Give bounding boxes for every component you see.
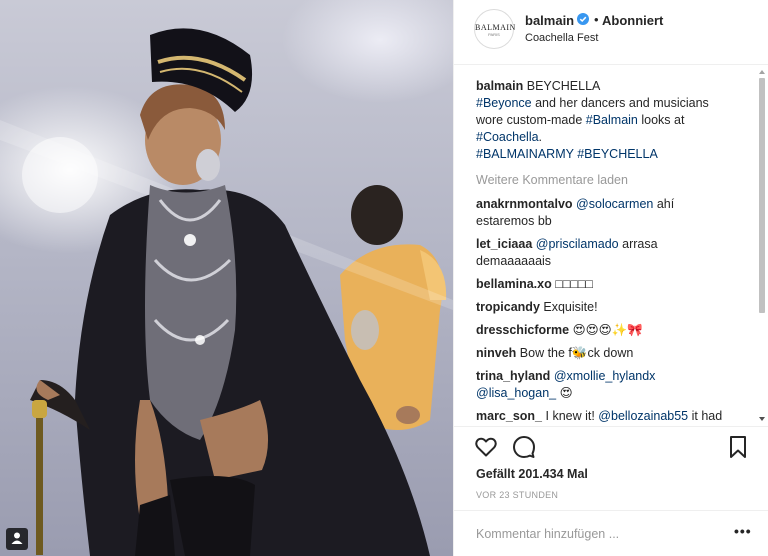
follow-status-button[interactable]: Abonniert	[602, 13, 663, 28]
comment-username[interactable]: marc_son_	[476, 409, 542, 423]
comment-username[interactable]: trina_hyland	[476, 369, 550, 383]
avatar[interactable]: BALMAIN PARIS	[474, 9, 516, 49]
caption-text: and her dancers and musicians	[531, 96, 709, 110]
caption-text: .	[538, 130, 543, 144]
more-options-button[interactable]: •••	[734, 523, 752, 539]
avatar-logo-text: BALMAIN	[475, 23, 516, 32]
author-username[interactable]: balmain	[525, 13, 574, 28]
bookmark-icon[interactable]	[726, 435, 750, 459]
avatar-logo-subtext: PARIS	[488, 32, 500, 37]
user-tag-icon[interactable]	[6, 528, 28, 550]
scroll-up-arrow-icon[interactable]	[758, 68, 766, 76]
add-comment-area: •••	[454, 510, 768, 556]
comment-username[interactable]: ninveh	[476, 346, 516, 360]
hashtag-link[interactable]: #Coachella	[476, 130, 539, 144]
post-location[interactable]: Coachella Fest	[525, 32, 598, 44]
comment-text: arrasa	[618, 237, 658, 251]
separator-dot: •	[594, 12, 599, 27]
comment-continuation: @lisa_hogan_ 😍	[476, 385, 573, 402]
post-header: BALMAIN PARIS balmain • Abonniert Coache…	[454, 0, 768, 65]
caption-text: looks at	[637, 113, 685, 127]
scroll-down-arrow-icon[interactable]	[758, 415, 766, 423]
hashtag-link[interactable]: #BEYCHELLA	[577, 147, 658, 161]
comment: dresschicforme 😍😍😍✨🎀	[476, 322, 643, 339]
mention-link[interactable]: @bellozainab55	[598, 409, 688, 423]
hashtag-link[interactable]: #Beyonce	[476, 96, 532, 110]
verified-badge-icon	[577, 13, 589, 25]
comment-text: 😍	[556, 386, 573, 400]
comment-text: ahí	[653, 197, 675, 211]
caption: balmain BEYCHELLA	[476, 78, 600, 95]
scrollbar-thumb[interactable]	[759, 78, 765, 313]
caption-line: #Beyonce and her dancers and musicians	[476, 95, 709, 112]
comment-text: □□□□□	[555, 277, 593, 291]
performer-illustration	[0, 28, 453, 556]
post-sidebar: BALMAIN PARIS balmain • Abonniert Coache…	[453, 0, 768, 556]
comment: tropicandy Exquisite!	[476, 299, 598, 316]
comment-username[interactable]: dresschicforme	[476, 323, 569, 337]
caption-line: #Coachella.	[476, 129, 542, 146]
comment-continuation: estaremos bb	[476, 214, 552, 228]
comments-scrollbar[interactable]	[758, 68, 766, 423]
caption-text: wore custom-made	[476, 113, 586, 127]
mention-link[interactable]: @lisa_hogan_	[476, 386, 556, 400]
caption-username[interactable]: balmain	[476, 79, 523, 93]
comment: bellamina.xo □□□□□	[476, 276, 593, 293]
comment-username[interactable]: anakrnmontalvo	[476, 197, 573, 211]
post-photo[interactable]	[0, 0, 453, 556]
comment-username[interactable]: let_iciaaa	[476, 237, 532, 251]
likes-count[interactable]: Gefällt 201.434 Mal	[476, 467, 588, 481]
hashtag-link[interactable]: #Balmain	[586, 113, 638, 127]
comment: ninveh Bow the f🐝ck down	[476, 345, 633, 362]
load-more-comments-button[interactable]: Weitere Kommentare laden	[476, 172, 628, 189]
comment-continuation: demaaaaaais	[476, 254, 552, 268]
caption-line: wore custom-made #Balmain looks at	[476, 112, 684, 129]
comment-username[interactable]: bellamina.xo	[476, 277, 552, 291]
comment-text: 😍😍😍✨🎀	[572, 323, 643, 337]
comment: marc_son_ I knew it! @bellozainab55 it h…	[476, 408, 722, 425]
comment-username[interactable]: tropicandy	[476, 300, 540, 314]
heart-icon[interactable]	[474, 435, 498, 459]
comment-text: Bow the f🐝ck down	[519, 346, 634, 360]
instagram-post: BALMAIN PARIS balmain • Abonniert Coache…	[0, 0, 768, 556]
caption-text: BEYCHELLA	[526, 79, 601, 93]
comment-text: it had	[688, 409, 723, 423]
mention-link[interactable]: @xmollie_hylandx	[554, 369, 656, 383]
caption-line: #BALMAINARMY #BEYCHELLA	[476, 146, 658, 163]
comment: trina_hyland @xmollie_hylandx	[476, 368, 655, 385]
comment-text: Exquisite!	[543, 300, 598, 314]
mention-link[interactable]: @priscilamado	[536, 237, 619, 251]
action-bar	[454, 426, 768, 466]
comment-input[interactable]	[476, 523, 726, 545]
mention-link[interactable]: @solocarmen	[576, 197, 653, 211]
comment-bubble-icon[interactable]	[512, 435, 536, 459]
comment: let_iciaaa @priscilamado arrasa	[476, 236, 658, 253]
post-timestamp[interactable]: VOR 23 STUNDEN	[476, 490, 558, 500]
hashtag-link[interactable]: #BALMAINARMY	[476, 147, 574, 161]
comment-text: I knew it!	[545, 409, 599, 423]
comments-list: balmain BEYCHELLA #Beyonce and her dance…	[454, 66, 768, 426]
comment: anakrnmontalvo @solocarmen ahí	[476, 196, 674, 213]
